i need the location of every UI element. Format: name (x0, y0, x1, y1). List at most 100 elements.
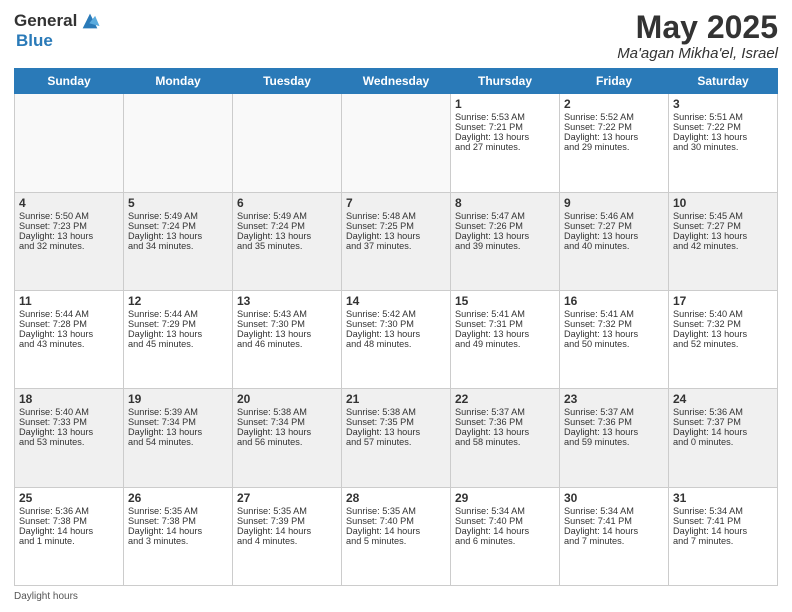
day-number: 24 (673, 392, 773, 406)
calendar-cell: 18Sunrise: 5:40 AMSunset: 7:33 PMDayligh… (15, 389, 124, 487)
cell-info-line: Sunset: 7:24 PM (237, 221, 337, 231)
day-number: 23 (564, 392, 664, 406)
cell-info-line: and 7 minutes. (673, 536, 773, 546)
calendar-cell: 13Sunrise: 5:43 AMSunset: 7:30 PMDayligh… (233, 290, 342, 388)
cell-info-line: Sunrise: 5:49 AM (128, 211, 228, 221)
calendar-cell: 31Sunrise: 5:34 AMSunset: 7:41 PMDayligh… (669, 487, 778, 585)
calendar-cell: 14Sunrise: 5:42 AMSunset: 7:30 PMDayligh… (342, 290, 451, 388)
cell-info-line: Daylight: 13 hours (346, 427, 446, 437)
cell-info-line: Sunset: 7:26 PM (455, 221, 555, 231)
cell-info-line: Sunrise: 5:42 AM (346, 309, 446, 319)
cell-info-line: Sunset: 7:35 PM (346, 417, 446, 427)
cell-info-line: Sunset: 7:22 PM (564, 122, 664, 132)
day-number: 1 (455, 97, 555, 111)
cell-info-line: and 0 minutes. (673, 437, 773, 447)
logo-general-text: General (14, 12, 77, 31)
day-number: 10 (673, 196, 773, 210)
day-number: 27 (237, 491, 337, 505)
cell-info-line: and 59 minutes. (564, 437, 664, 447)
calendar-cell: 4Sunrise: 5:50 AMSunset: 7:23 PMDaylight… (15, 192, 124, 290)
cell-info-line: Sunset: 7:34 PM (237, 417, 337, 427)
day-of-week-header: Friday (560, 69, 669, 94)
cell-info-line: Sunrise: 5:40 AM (673, 309, 773, 319)
cell-info-line: Daylight: 13 hours (128, 427, 228, 437)
cell-info-line: Sunrise: 5:40 AM (19, 407, 119, 417)
cell-info-line: and 6 minutes. (455, 536, 555, 546)
day-of-week-header: Wednesday (342, 69, 451, 94)
day-of-week-header: Monday (124, 69, 233, 94)
day-number: 14 (346, 294, 446, 308)
cell-info-line: Sunset: 7:22 PM (673, 122, 773, 132)
day-number: 22 (455, 392, 555, 406)
cell-info-line: Sunset: 7:29 PM (128, 319, 228, 329)
title-block: May 2025 Ma'agan Mikha'el, Israel (617, 10, 778, 62)
cell-info-line: and 58 minutes. (455, 437, 555, 447)
cell-info-line: Sunrise: 5:52 AM (564, 112, 664, 122)
cell-info-line: Daylight: 13 hours (237, 231, 337, 241)
calendar-week-row: 25Sunrise: 5:36 AMSunset: 7:38 PMDayligh… (15, 487, 778, 585)
cell-info-line: Sunrise: 5:36 AM (19, 506, 119, 516)
cell-info-line: Daylight: 13 hours (237, 329, 337, 339)
page: General Blue May 2025 Ma'agan Mikha'el, … (0, 0, 792, 612)
calendar-header-row: SundayMondayTuesdayWednesdayThursdayFrid… (15, 69, 778, 94)
cell-info-line: and 56 minutes. (237, 437, 337, 447)
cell-info-line: Daylight: 13 hours (128, 231, 228, 241)
cell-info-line: Daylight: 13 hours (455, 231, 555, 241)
cell-info-line: Sunrise: 5:37 AM (455, 407, 555, 417)
logo-icon (79, 10, 101, 32)
cell-info-line: Daylight: 13 hours (19, 231, 119, 241)
cell-info-line: and 30 minutes. (673, 142, 773, 152)
title-location: Ma'agan Mikha'el, Israel (617, 45, 778, 62)
cell-info-line: Sunset: 7:37 PM (673, 417, 773, 427)
cell-info-line: Sunset: 7:41 PM (564, 516, 664, 526)
calendar-cell: 5Sunrise: 5:49 AMSunset: 7:24 PMDaylight… (124, 192, 233, 290)
cell-info-line: Sunset: 7:30 PM (346, 319, 446, 329)
cell-info-line: Sunrise: 5:34 AM (455, 506, 555, 516)
cell-info-line: Sunrise: 5:49 AM (237, 211, 337, 221)
calendar-cell: 17Sunrise: 5:40 AMSunset: 7:32 PMDayligh… (669, 290, 778, 388)
cell-info-line: Sunrise: 5:46 AM (564, 211, 664, 221)
day-of-week-header: Thursday (451, 69, 560, 94)
cell-info-line: Sunrise: 5:50 AM (19, 211, 119, 221)
calendar-cell: 19Sunrise: 5:39 AMSunset: 7:34 PMDayligh… (124, 389, 233, 487)
calendar-cell: 7Sunrise: 5:48 AMSunset: 7:25 PMDaylight… (342, 192, 451, 290)
cell-info-line: Daylight: 13 hours (673, 231, 773, 241)
calendar-cell (342, 94, 451, 192)
cell-info-line: and 45 minutes. (128, 339, 228, 349)
calendar-cell: 22Sunrise: 5:37 AMSunset: 7:36 PMDayligh… (451, 389, 560, 487)
cell-info-line: and 50 minutes. (564, 339, 664, 349)
calendar-week-row: 11Sunrise: 5:44 AMSunset: 7:28 PMDayligh… (15, 290, 778, 388)
cell-info-line: Daylight: 13 hours (673, 329, 773, 339)
calendar-week-row: 4Sunrise: 5:50 AMSunset: 7:23 PMDaylight… (15, 192, 778, 290)
cell-info-line: Daylight: 13 hours (455, 427, 555, 437)
day-number: 3 (673, 97, 773, 111)
cell-info-line: and 40 minutes. (564, 241, 664, 251)
cell-info-line: and 1 minute. (19, 536, 119, 546)
cell-info-line: Sunrise: 5:35 AM (237, 506, 337, 516)
day-number: 6 (237, 196, 337, 210)
cell-info-line: Sunrise: 5:51 AM (673, 112, 773, 122)
cell-info-line: Daylight: 13 hours (237, 427, 337, 437)
day-number: 4 (19, 196, 119, 210)
cell-info-line: Sunset: 7:27 PM (564, 221, 664, 231)
cell-info-line: Sunset: 7:32 PM (673, 319, 773, 329)
day-number: 16 (564, 294, 664, 308)
cell-info-line: Daylight: 14 hours (346, 526, 446, 536)
cell-info-line: Daylight: 13 hours (455, 329, 555, 339)
calendar-cell: 12Sunrise: 5:44 AMSunset: 7:29 PMDayligh… (124, 290, 233, 388)
day-number: 8 (455, 196, 555, 210)
cell-info-line: and 43 minutes. (19, 339, 119, 349)
cell-info-line: Sunset: 7:34 PM (128, 417, 228, 427)
logo: General Blue (14, 10, 101, 51)
cell-info-line: Sunset: 7:39 PM (237, 516, 337, 526)
cell-info-line: Sunset: 7:28 PM (19, 319, 119, 329)
day-number: 25 (19, 491, 119, 505)
cell-info-line: Sunset: 7:40 PM (455, 516, 555, 526)
cell-info-line: Sunrise: 5:39 AM (128, 407, 228, 417)
cell-info-line: Sunrise: 5:35 AM (128, 506, 228, 516)
day-number: 15 (455, 294, 555, 308)
daylight-label: Daylight hours (14, 591, 78, 602)
cell-info-line: Sunset: 7:32 PM (564, 319, 664, 329)
cell-info-line: and 48 minutes. (346, 339, 446, 349)
cell-info-line: and 29 minutes. (564, 142, 664, 152)
